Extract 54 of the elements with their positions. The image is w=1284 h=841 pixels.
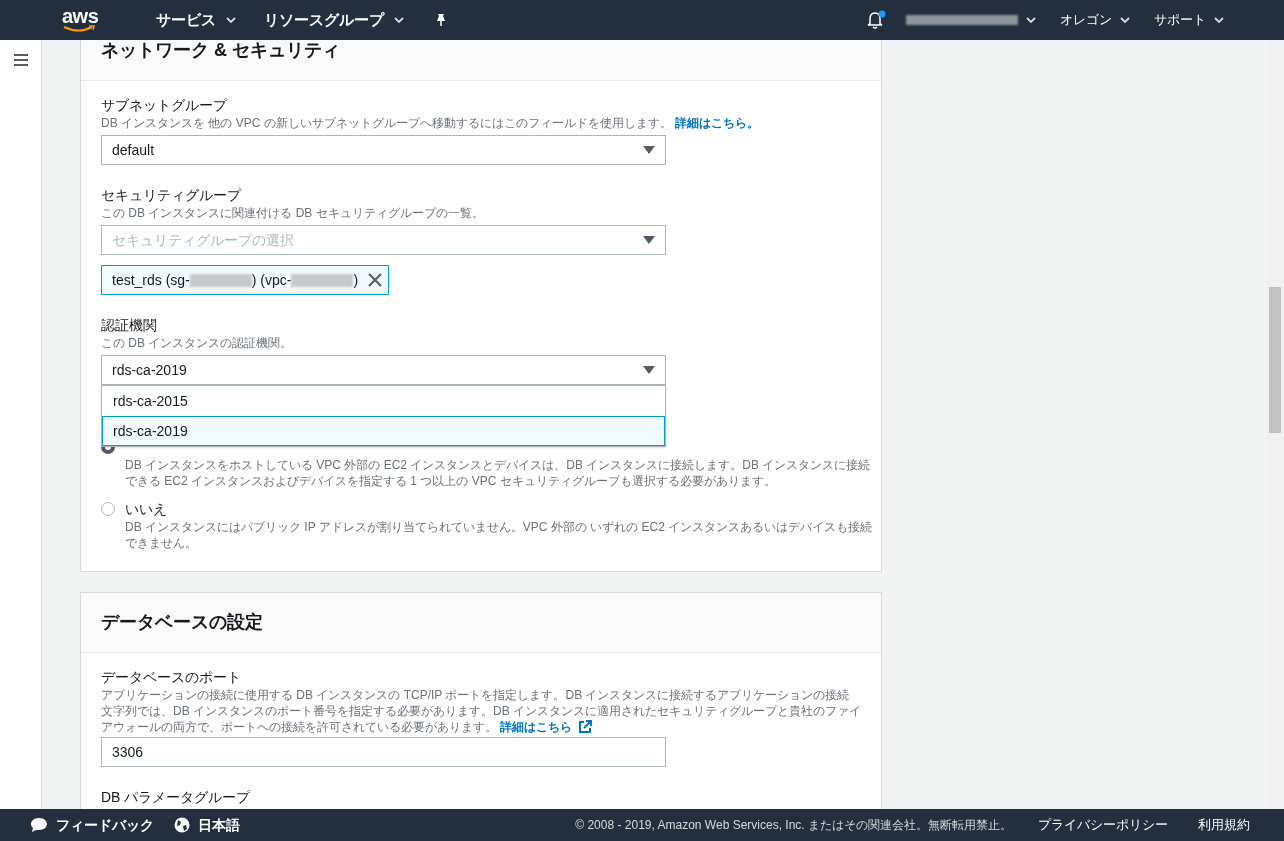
caret-icon — [1026, 17, 1036, 23]
smile-icon — [62, 25, 96, 33]
caret-icon — [226, 17, 236, 23]
field-label: 認証機関 — [101, 316, 158, 335]
learn-more-link[interactable]: 詳細はこちら — [500, 719, 593, 735]
support-menu[interactable]: サポート — [1154, 10, 1224, 30]
tag-text: test_rds (sg- — [112, 270, 190, 290]
pin-icon[interactable] — [434, 13, 448, 27]
language-button[interactable]: 日本語 — [174, 814, 240, 836]
text-input-field[interactable]: 3306 — [101, 737, 666, 767]
select-field[interactable]: rds-ca-2019 — [101, 355, 666, 385]
dropdown-triangle-icon — [643, 366, 655, 374]
field-description: この DB インスタンスの認証機関。 — [101, 335, 294, 351]
speech-bubble-icon — [30, 817, 48, 833]
radio-button[interactable] — [101, 502, 115, 516]
security-group-tag[interactable]: test_rds (sg- ) (vpc- ) — [101, 265, 390, 295]
radio-label: いいえ — [125, 499, 167, 519]
field-description: アプリケーションの接続に使用する DB インスタンスの TCP/IP ポートを指定します。DB インスタンスに接続するアプリケーションの接続文字列では、DB インスタンスのポート番号を指定する必要があります。DB インスタンスに適用されたセキュリティグループと貴社のファイアウォールの両方で、ポートへの接続を許可されている必要があります。 詳細はこちら — [101, 687, 861, 735]
caret-icon — [1120, 17, 1130, 23]
feedback-button[interactable]: フィードバック — [30, 814, 154, 836]
dropdown-triangle-icon — [643, 146, 655, 154]
copyright-text: © 2008 - 2019, Amazon Web Services, Inc. またはその関連会社。無断転用禁止。 — [575, 817, 1012, 834]
menu-icon[interactable] — [13, 54, 28, 66]
tag-text: ) — [353, 270, 359, 290]
learn-more-link[interactable]: 詳細はこちら。 — [675, 115, 760, 131]
field-description: DB インスタンスを 他の VPC の新しいサブネットグループへ移動するにはこのフィールドを使用します。 詳細はこちら。 — [101, 115, 761, 131]
select-field[interactable]: default — [101, 135, 666, 165]
dropdown-triangle-icon — [643, 236, 655, 244]
field-description: DB インスタンスをホストしている VPC 外部の EC2 インスタンスとデバイスは、DB インスタンスに接続します。DB インスタンスに接続できる EC2 インスタンスおよびデバイスを指定する 1 つ以上の VPC セキュリティグループも選択する必要があります。 — [124, 457, 872, 489]
redacted-id — [189, 273, 252, 287]
field-label: サブネットグループ — [101, 96, 229, 115]
field-label: データベースのポート — [101, 668, 242, 687]
region-menu[interactable]: オレゴン — [1060, 10, 1130, 30]
close-icon[interactable] — [368, 273, 383, 287]
globe-icon — [174, 817, 190, 833]
section-title: データベースの設定 — [101, 611, 263, 634]
field-label: DB パラメータグループ — [101, 788, 252, 807]
dropdown-option[interactable]: rds-ca-2019 — [102, 416, 665, 446]
aws-logo[interactable]: aws — [62, 7, 106, 33]
section-title: ネットワーク & セキュリティ — [101, 40, 340, 62]
redacted-id — [291, 273, 354, 287]
dropdown-option[interactable]: rds-ca-2015 — [102, 386, 665, 416]
scrollbar-thumb[interactable] — [1269, 287, 1281, 433]
footer-link[interactable]: 利用規約 — [1198, 815, 1250, 835]
footer-link[interactable]: プライバシーポリシー — [1038, 815, 1168, 835]
nav-menu[interactable]: サービス — [156, 8, 236, 32]
field-description: この DB インスタンスに関連付ける DB セキュリティグループの一覧。 — [101, 205, 485, 221]
caret-icon — [394, 17, 404, 23]
bell-icon[interactable] — [866, 10, 886, 30]
tag-text: ) (vpc- — [251, 270, 292, 290]
nav-menu[interactable]: リソースグループ — [264, 8, 404, 32]
field-description: DB インスタンスにはパブリック IP アドレスが割り当てられていません。VPC 外部の いずれの EC2 インスタンスあるいはデバイスも接続できません。 — [124, 519, 874, 551]
caret-icon — [1214, 17, 1224, 23]
field-label: セキュリティグループ — [101, 186, 243, 205]
